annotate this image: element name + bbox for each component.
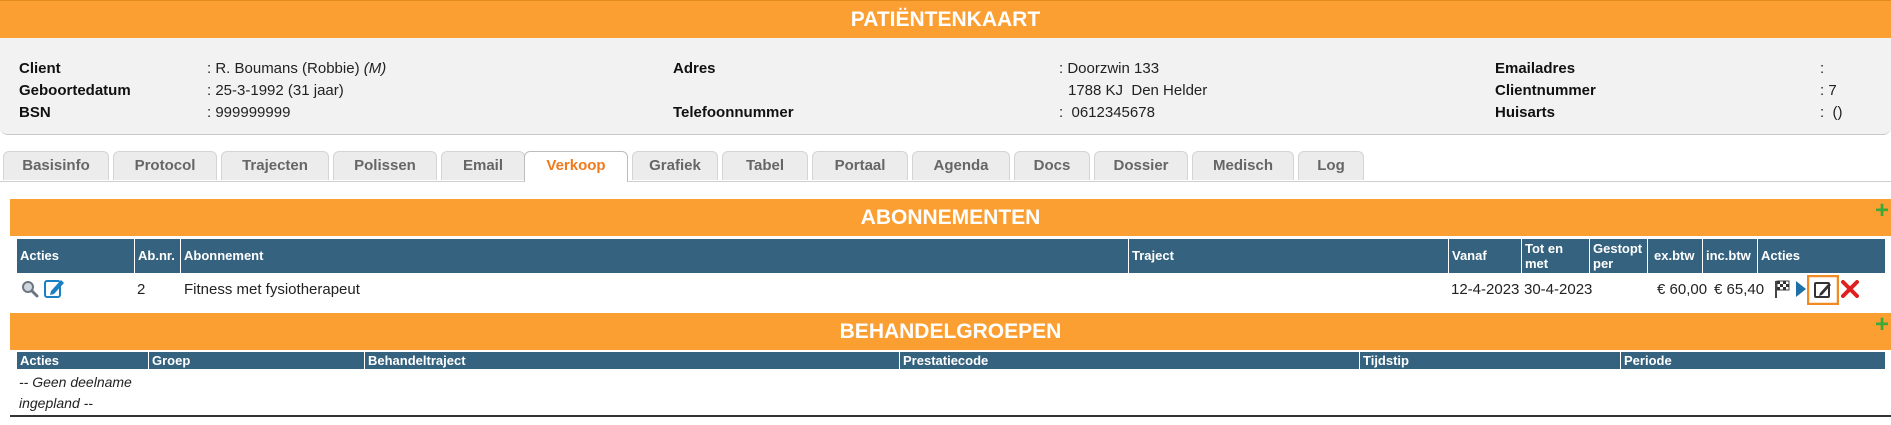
row-totenmet: 30-4-2023 xyxy=(1524,281,1593,298)
row-abonnement: Fitness met fysiotherapeut xyxy=(184,281,360,298)
col-traject: Traject xyxy=(1128,239,1448,273)
address-line2: 1788 KJ Den Helder xyxy=(1068,82,1208,99)
tab-polissen[interactable]: Polissen xyxy=(333,151,437,180)
col-acties-right: Acties xyxy=(1757,239,1885,273)
tab-medisch[interactable]: Medisch xyxy=(1192,151,1294,180)
col-acties: Acties xyxy=(20,248,60,263)
subscriptions-title: ABONNEMENTEN xyxy=(860,206,1041,229)
row-exbtw: € 60,00 xyxy=(1657,281,1708,298)
page-title-bar: PATIËNTENKAART xyxy=(0,0,1891,38)
gp-label: Huisarts xyxy=(1495,104,1556,121)
edit-box-icon[interactable] xyxy=(1806,274,1840,310)
clientnr-label: Clientnummer xyxy=(1495,82,1596,99)
col-behandeltraject: Behandeltraject xyxy=(364,352,899,369)
add-group-icon[interactable]: + xyxy=(1875,313,1889,337)
col-groep: Groep xyxy=(148,352,364,369)
groups-empty-line2: ingepland -- xyxy=(19,395,93,411)
tab-email[interactable]: Email xyxy=(441,151,525,180)
birthdate-label: Geboortedatum xyxy=(19,82,131,99)
col-abnr: Ab.nr. xyxy=(134,239,180,273)
groups-table-header: Acties Groep Behandeltraject Prestatieco… xyxy=(17,352,1885,369)
tab-tabel[interactable]: Tabel xyxy=(722,151,808,180)
col-incbtw: inc.btw xyxy=(1702,239,1757,273)
address-line1: : Doorzwin 133 xyxy=(1059,60,1160,77)
clientnr-value: : 7 xyxy=(1820,82,1837,99)
tab-portaal[interactable]: Portaal xyxy=(812,151,908,180)
groups-header: BEHANDELGROEPEN + xyxy=(10,313,1891,350)
row-abnr: 2 xyxy=(137,281,146,298)
client-gender: (M) xyxy=(363,60,387,77)
row-incbtw: € 65,40 xyxy=(1714,281,1765,298)
patient-info-panel: Client : R. Boumans (Robbie) (M) Geboort… xyxy=(0,38,1891,135)
email-label: Emailadres xyxy=(1495,60,1576,77)
flag-icon[interactable] xyxy=(1773,279,1791,304)
client-value: : R. Boumans (Robbie) (M) xyxy=(207,60,387,77)
magnifier-icon[interactable] xyxy=(21,280,39,303)
col-groups-acties: Acties xyxy=(20,353,60,368)
address-label: Adres xyxy=(673,60,716,77)
groups-title: BEHANDELGROEPEN xyxy=(839,320,1062,343)
phone-label: Telefoonnummer xyxy=(673,104,794,121)
tab-verkoop[interactable]: Verkoop xyxy=(524,151,628,182)
bsn-label: BSN xyxy=(19,104,51,121)
tab-log[interactable]: Log xyxy=(1298,151,1364,180)
gp-value: : () xyxy=(1820,104,1843,121)
play-icon[interactable] xyxy=(1795,280,1807,303)
tab-basisinfo[interactable]: Basisinfo xyxy=(3,151,109,180)
col-exbtw: ex.btw xyxy=(1647,239,1702,273)
phone-value: : 0612345678 xyxy=(1059,104,1155,121)
add-subscription-icon[interactable]: + xyxy=(1875,199,1889,223)
col-gestopt-line1: Gestopt xyxy=(1593,241,1643,256)
tab-bar: Basisinfo Protocol Trajecten Polissen Em… xyxy=(0,151,1891,182)
subscriptions-table-header: Acties Ab.nr. Abonnement Traject Vanaf T… xyxy=(17,239,1885,273)
edit-icon[interactable] xyxy=(43,277,65,304)
divider xyxy=(10,415,1891,417)
tab-grafiek[interactable]: Grafiek xyxy=(632,151,718,180)
col-gestopt-line2: per xyxy=(1593,256,1614,271)
col-totenmet: Tot en met xyxy=(1521,239,1589,273)
tab-agenda[interactable]: Agenda xyxy=(912,151,1010,180)
row-vanaf: 12-4-2023 xyxy=(1451,281,1520,298)
email-value: : xyxy=(1820,60,1825,77)
tab-dossier[interactable]: Dossier xyxy=(1094,151,1188,180)
col-prestatiecode: Prestatiecode xyxy=(899,352,1359,369)
col-tijdstip: Tijdstip xyxy=(1359,352,1620,369)
tab-trajecten[interactable]: Trajecten xyxy=(221,151,329,180)
delete-icon[interactable] xyxy=(1841,280,1859,303)
page-title: PATIËNTENKAART xyxy=(850,8,1041,31)
tab-protocol[interactable]: Protocol xyxy=(113,151,217,180)
col-totenmet-line1: Tot en xyxy=(1525,241,1564,256)
subscriptions-header: ABONNEMENTEN + xyxy=(10,199,1891,236)
bsn-value: : 999999999 xyxy=(207,104,291,121)
col-abonnement: Abonnement xyxy=(180,239,1145,273)
col-gestopt: Gestopt per xyxy=(1589,239,1647,273)
col-totenmet-line2: met xyxy=(1525,256,1549,271)
col-periode: Periode xyxy=(1620,352,1885,369)
birthdate-value: : 25-3-1992 (31 jaar) xyxy=(207,82,344,99)
tab-docs[interactable]: Docs xyxy=(1014,151,1090,180)
groups-empty-line1: -- Geen deelname xyxy=(19,374,132,390)
col-vanaf: Vanaf xyxy=(1448,239,1521,273)
client-label: Client xyxy=(19,60,61,77)
